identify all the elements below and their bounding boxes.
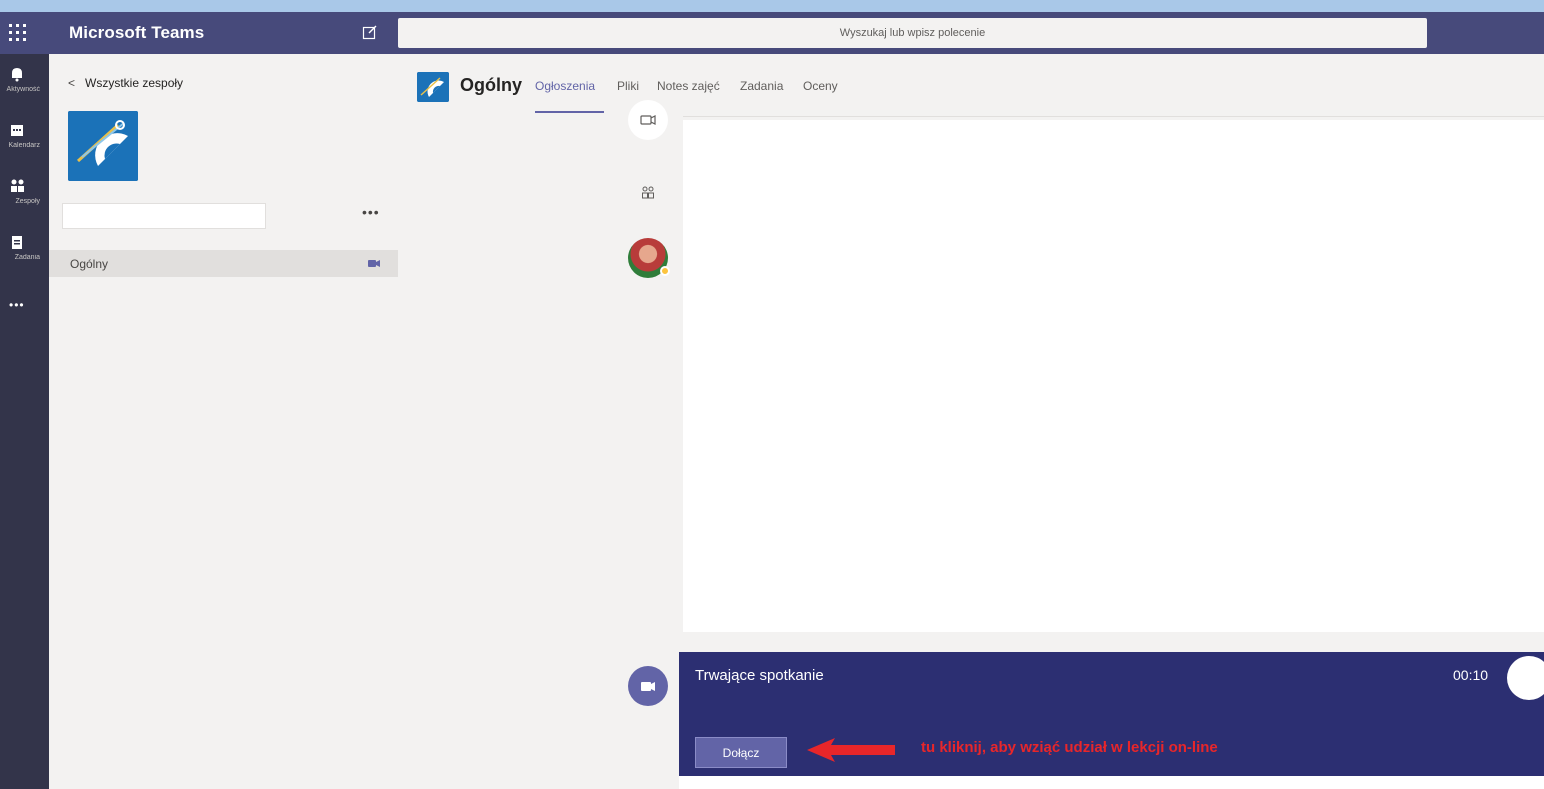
channel-title: Ogólny (460, 75, 522, 95)
app-title: Microsoft Teams (69, 23, 205, 42)
app-header: Microsoft Teams Wyszukaj lub wpisz polec… (0, 12, 1544, 54)
join-meeting-button[interactable]: Dołącz (695, 737, 787, 768)
tab-grades[interactable]: Oceny (803, 79, 838, 93)
ongoing-meeting-banner: Trwające spotkanie 00:10 Dołącz tu klikn… (679, 652, 1544, 776)
rail-item-assignments[interactable]: Zadania (0, 230, 49, 280)
channel-header: Ogólny Ogłoszenia Pliki Notes zajęć Zada… (398, 54, 1544, 114)
bell-icon (9, 66, 25, 82)
meeting-icon (628, 666, 668, 706)
tab-files[interactable]: Pliki (617, 79, 639, 93)
message-card (683, 120, 1544, 632)
new-chat-icon[interactable] (362, 24, 380, 42)
feed-divider (683, 116, 1544, 117)
rail-label-assignments: Zadania (14, 254, 40, 261)
chevron-left-icon: < (68, 76, 76, 90)
teams-icon (9, 178, 25, 194)
channel-main: Ogólny Ogłoszenia Pliki Notes zajęć Zada… (398, 54, 1544, 789)
team-logo (68, 111, 138, 181)
channel-team-logo (417, 72, 449, 102)
assignments-icon (9, 234, 25, 250)
tab-assignments[interactable]: Zadania (740, 79, 783, 93)
calendar-icon (9, 122, 25, 138)
app-rail: Aktywność Kalendarz Zespoły Zadania ••• (0, 54, 49, 789)
all-teams-link[interactable]: < Wszystkie zespoły (68, 76, 183, 90)
rail-label-calendar: Kalendarz (8, 142, 40, 149)
status-away-icon (660, 266, 670, 276)
meeting-title: Trwające spotkanie (695, 667, 824, 684)
rail-item-teams[interactable]: Zespoły (0, 174, 49, 224)
meeting-participant-avatar (1507, 656, 1544, 700)
team-panel: < Wszystkie zespoły ••• Ogólny (49, 54, 398, 789)
app-launcher-icon[interactable] (9, 24, 27, 42)
meeting-participants-icon (640, 184, 656, 200)
arrow-left-icon (807, 738, 897, 762)
team-more-options-icon[interactable]: ••• (362, 204, 380, 220)
avatar[interactable] (628, 238, 670, 278)
meeting-duration: 00:10 (1453, 667, 1489, 683)
rail-item-activity[interactable]: Aktywność (0, 62, 49, 112)
video-call-icon[interactable] (628, 100, 668, 140)
meeting-in-progress-icon (367, 256, 381, 270)
rail-item-calendar[interactable]: Kalendarz (0, 118, 49, 168)
tab-posts[interactable]: Ogłoszenia (535, 79, 595, 93)
rail-label-teams: Zespoły (15, 198, 40, 205)
reply-strip (679, 776, 1544, 789)
channel-item-general[interactable]: Ogólny (49, 250, 398, 277)
all-teams-label: Wszystkie zespoły (85, 76, 184, 90)
rail-label-activity: Aktywność (6, 86, 40, 93)
channel-name: Ogólny (70, 257, 109, 271)
instruction-annotation: tu kliknij, aby wziąć udział w lekcji on… (921, 739, 1218, 756)
tab-class-notebook[interactable]: Notes zajęć (657, 79, 720, 93)
active-tab-indicator (535, 111, 604, 113)
search-input[interactable]: Wyszukaj lub wpisz polecenie (398, 18, 1427, 48)
rail-more-icon[interactable]: ••• (9, 298, 25, 312)
team-name-field (62, 203, 266, 229)
